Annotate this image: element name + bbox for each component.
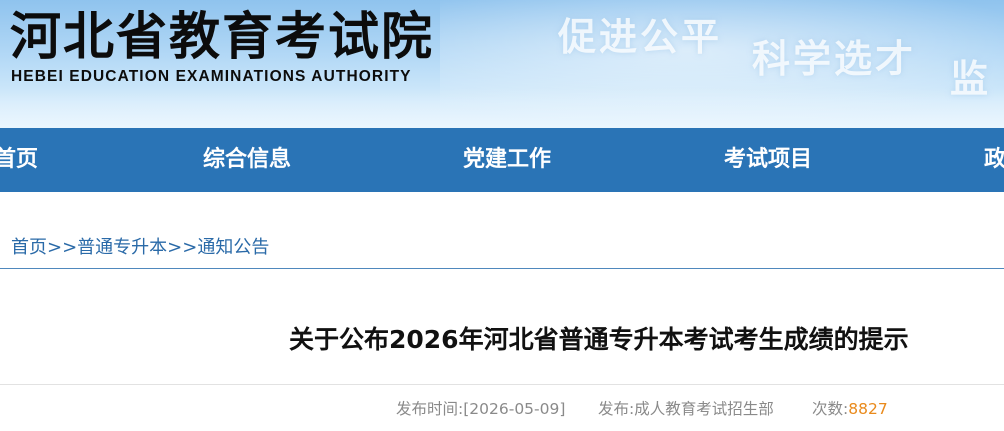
title-divider xyxy=(0,384,1004,385)
breadcrumb-home-link[interactable]: 首页 xyxy=(11,237,47,258)
site-logo-subtitle: HEBEI EDUCATION EXAMINATIONS AUTHORITY xyxy=(11,68,412,85)
nav-item-policy[interactable]: 政 xyxy=(984,128,1004,192)
breadcrumb-separator: >> xyxy=(167,237,198,258)
site-banner: 河北省教育考试院 HEBEI EDUCATION EXAMINATIONS AU… xyxy=(0,0,1004,128)
nav-item-exam-projects[interactable]: 考试项目 xyxy=(724,128,812,192)
publisher-label: 发布: xyxy=(598,400,635,418)
view-count-label: 次数: xyxy=(812,400,849,418)
banner-skyline xyxy=(0,88,1004,128)
view-count: 次数:8827 xyxy=(812,398,888,420)
publish-time: 发布时间:[2026-05-09] xyxy=(396,398,565,420)
publisher-value: 成人教育考试招生部 xyxy=(634,400,774,418)
nav-item-general-info[interactable]: 综合信息 xyxy=(203,128,291,192)
banner-slogan: 科学选才 xyxy=(752,37,917,81)
breadcrumb-notices-link[interactable]: 通知公告 xyxy=(197,237,269,258)
nav-item-party-building[interactable]: 党建工作 xyxy=(463,128,551,192)
breadcrumb-separator: >> xyxy=(47,237,78,258)
banner-slogan: 促进公平 xyxy=(558,15,723,59)
publish-time-value: [2026-05-09] xyxy=(463,400,566,418)
banner-slogan: 监 xyxy=(950,57,992,101)
breadcrumb-divider xyxy=(0,268,1004,269)
article-title: 关于公布2026年河北省普通专升本考试考生成绩的提示 xyxy=(289,325,909,354)
nav-item-home[interactable]: 首页 xyxy=(0,128,38,192)
publisher: 发布:成人教育考试招生部 xyxy=(598,398,774,420)
breadcrumb: 首页>>普通专升本>>通知公告 xyxy=(11,234,269,262)
publish-time-label: 发布时间: xyxy=(396,400,464,418)
view-count-value: 8827 xyxy=(848,400,888,418)
main-nav: 首页 综合信息 党建工作 考试项目 政 xyxy=(0,128,1004,192)
site-logo-title[interactable]: 河北省教育考试院 xyxy=(10,6,434,70)
breadcrumb-upgrade-exam-link[interactable]: 普通专升本 xyxy=(77,237,167,258)
